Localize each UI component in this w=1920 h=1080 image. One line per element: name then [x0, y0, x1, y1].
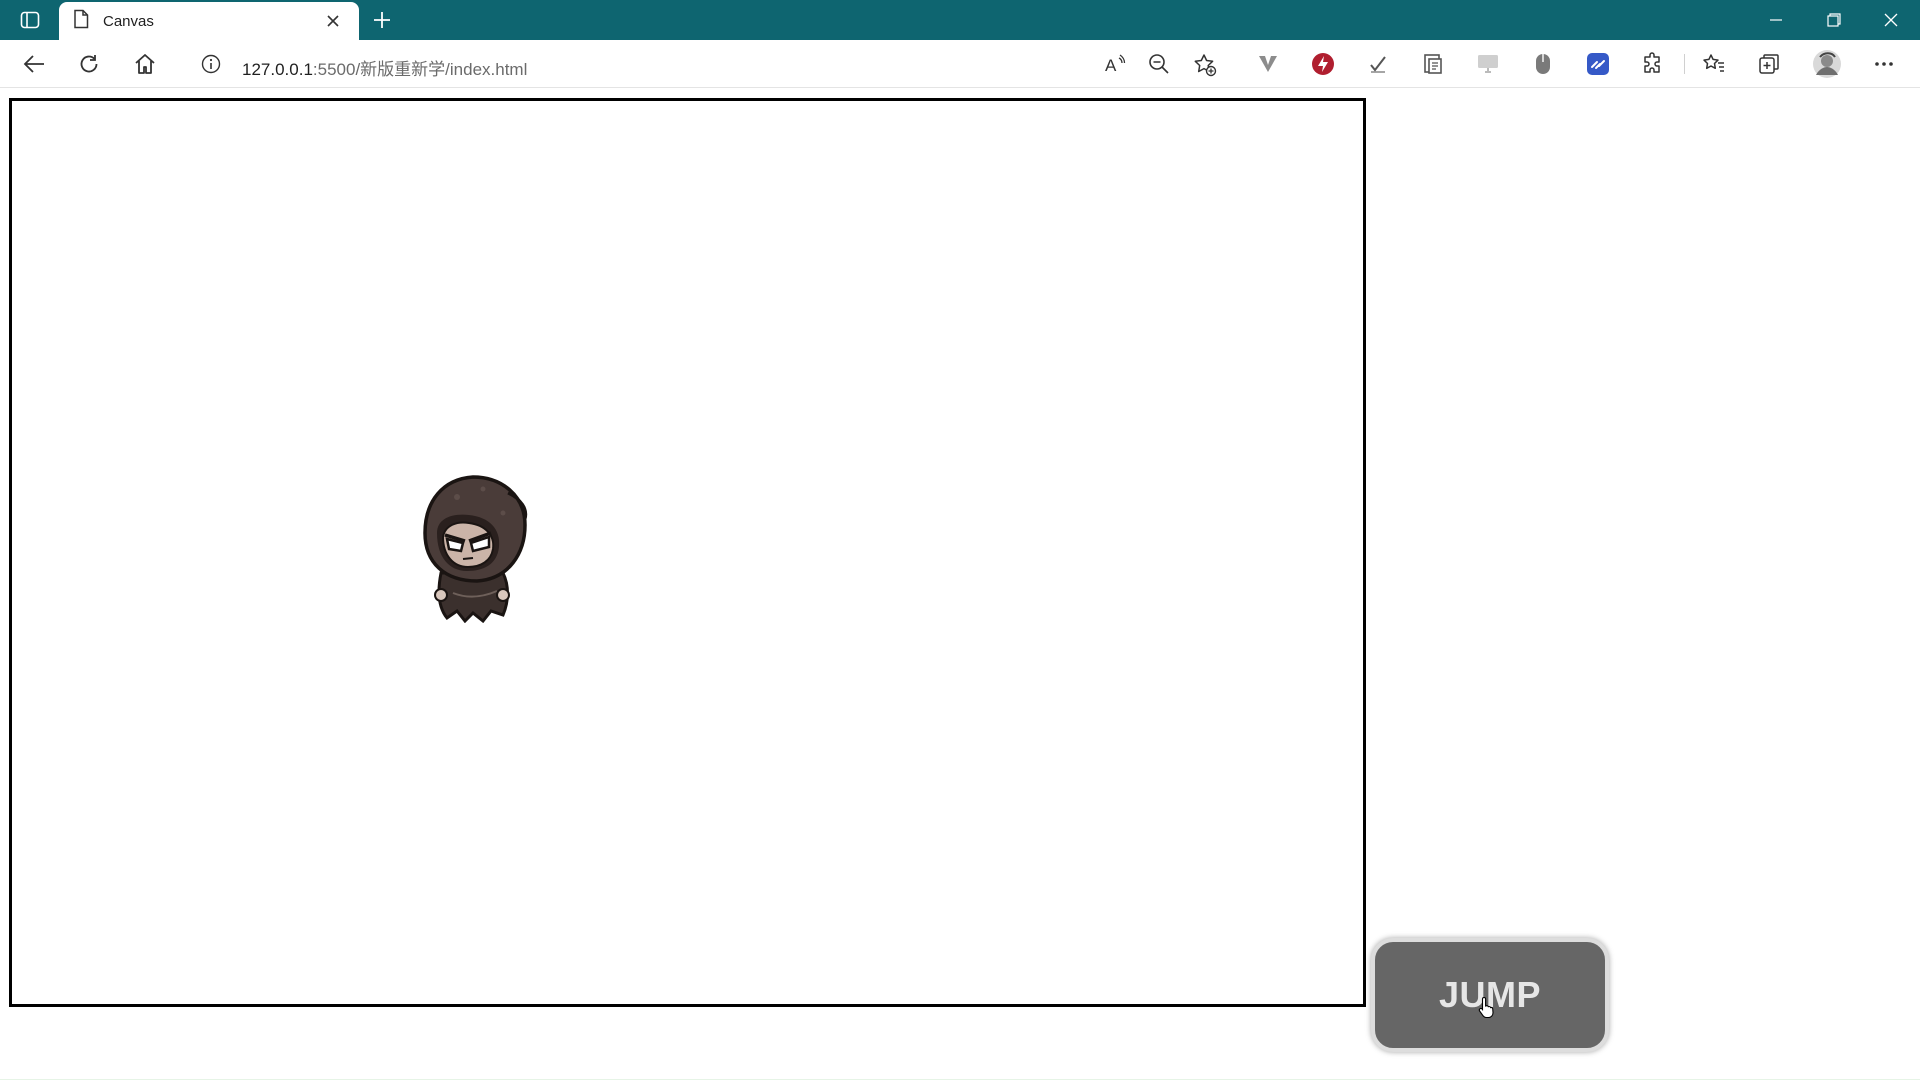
extension-bolt-icon[interactable]: [1305, 48, 1341, 80]
tab-actions-icon[interactable]: [12, 6, 48, 34]
extension-check-icon[interactable]: [1360, 48, 1396, 80]
svg-text:A: A: [1105, 56, 1117, 75]
toolbar-separator: [1684, 54, 1685, 74]
back-icon[interactable]: [16, 48, 52, 80]
hand-cursor-icon: [1478, 996, 1494, 1018]
home-icon[interactable]: [127, 48, 163, 80]
extension-v-icon[interactable]: [1250, 48, 1286, 80]
hooded-character-sprite: [423, 475, 528, 623]
minimize-icon[interactable]: [1747, 0, 1805, 40]
url-path: :5500/新版重新学/index.html: [312, 60, 528, 79]
extension-reader-icon[interactable]: [1415, 48, 1451, 80]
address-bar[interactable]: 127.0.0.1:5500/新版重新学/index.html A: [180, 44, 1230, 84]
zoom-out-icon[interactable]: [1148, 53, 1170, 80]
tab-close-icon[interactable]: [321, 9, 345, 33]
read-aloud-icon[interactable]: A: [1104, 53, 1126, 80]
tab-title: Canvas: [103, 12, 154, 30]
more-menu-icon[interactable]: [1866, 48, 1902, 80]
game-canvas[interactable]: [9, 98, 1366, 1007]
extension-mouse-icon[interactable]: [1525, 48, 1561, 80]
url-host: 127.0.0.1: [242, 60, 313, 79]
extensions-puzzle-icon[interactable]: [1635, 48, 1671, 80]
restore-icon[interactable]: [1805, 0, 1863, 40]
collections-icon[interactable]: [1751, 48, 1787, 80]
page-file-icon: [73, 9, 89, 34]
profile-avatar[interactable]: [1809, 48, 1845, 80]
browser-toolbar: 127.0.0.1:5500/新版重新学/index.html A: [0, 40, 1920, 88]
add-favorite-icon[interactable]: [1193, 53, 1217, 82]
site-info-icon[interactable]: [201, 54, 221, 79]
browser-titlebar: Canvas: [0, 0, 1920, 40]
close-window-icon[interactable]: [1862, 0, 1920, 40]
new-tab-icon[interactable]: [368, 6, 396, 34]
extension-monitor-icon[interactable]: [1470, 48, 1506, 80]
refresh-icon[interactable]: [71, 48, 107, 80]
extension-link-icon[interactable]: [1580, 48, 1616, 80]
jump-button[interactable]: JUMP: [1371, 938, 1609, 1052]
favorites-icon[interactable]: [1696, 48, 1732, 80]
url-text: 127.0.0.1:5500/新版重新学/index.html: [242, 55, 527, 80]
browser-tab[interactable]: Canvas: [59, 2, 359, 40]
